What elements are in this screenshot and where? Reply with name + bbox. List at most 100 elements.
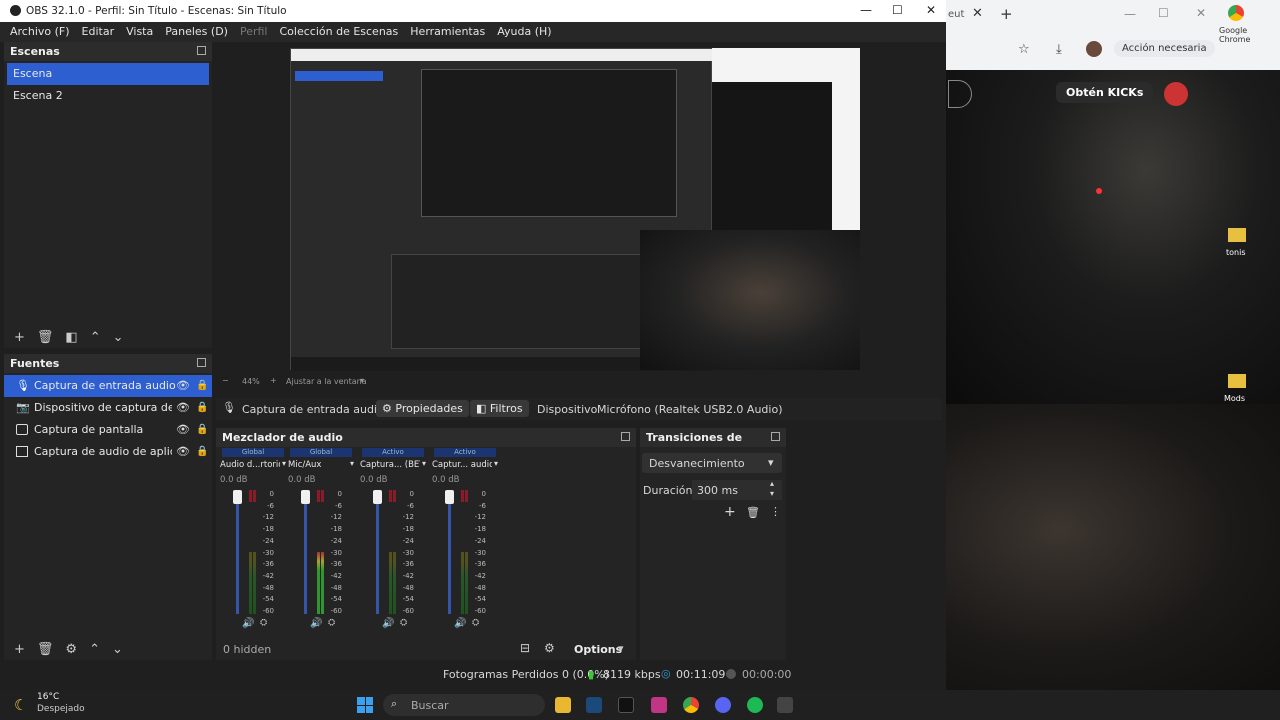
visibility-eye-icon[interactable]: 👁 xyxy=(176,441,190,463)
device-select[interactable]: Micrófono (Realtek USB2.0 Audio) xyxy=(597,403,783,416)
spotify-icon[interactable] xyxy=(747,697,763,713)
menu-coleccion[interactable]: Colección de Escenas xyxy=(274,22,405,42)
new-tab-icon[interactable]: + xyxy=(1000,5,1013,23)
trash-icon[interactable]: 🗑 xyxy=(37,330,54,345)
gear-icon[interactable]: ⚙ xyxy=(65,642,77,657)
action-needed-button[interactable]: Acción necesaria xyxy=(1114,40,1215,57)
move-up-icon[interactable]: ⌃ xyxy=(90,330,101,345)
chevron-down-icon[interactable]: ▾ xyxy=(618,642,624,655)
monitor-audio-icon[interactable]: ⛭ xyxy=(400,618,407,628)
tiktok-icon[interactable] xyxy=(618,697,634,713)
steam-icon[interactable] xyxy=(586,697,602,713)
preview-canvas[interactable] xyxy=(290,48,860,371)
monitor-audio-icon[interactable]: ⛭ xyxy=(472,618,479,628)
source-item[interactable]: Captura de audio de aplicación 👁 🔒 xyxy=(4,441,212,463)
filters-button[interactable]: ◧ Filtros xyxy=(470,400,529,417)
discord-icon[interactable] xyxy=(715,697,731,713)
speaker-icon[interactable]: 🔊 xyxy=(454,618,466,629)
source-item[interactable]: Captura de pantalla 👁 🔒 xyxy=(4,419,212,441)
trash-icon[interactable]: 🗑 xyxy=(37,642,54,657)
zoom-out-icon[interactable]: − xyxy=(222,376,229,385)
chrome-icon[interactable] xyxy=(683,697,699,713)
speaker-icon[interactable]: 🔊 xyxy=(242,618,254,629)
properties-button[interactable]: ⚙ Propiedades xyxy=(376,400,469,417)
menu-archivo[interactable]: Archivo (F) xyxy=(4,22,76,42)
dock-icon[interactable] xyxy=(771,432,780,441)
zoom-in-icon[interactable]: + xyxy=(270,376,277,385)
dock-icon[interactable] xyxy=(621,432,630,441)
profile-avatar[interactable] xyxy=(1086,41,1102,57)
move-down-icon[interactable]: ⌄ xyxy=(113,330,124,345)
move-up-icon[interactable]: ⌃ xyxy=(89,642,100,657)
monitor-audio-icon[interactable]: ⛭ xyxy=(260,618,267,628)
menu-paneles[interactable]: Paneles (D) xyxy=(159,22,234,42)
streamer-avatar[interactable] xyxy=(1164,82,1188,106)
menu-perfil[interactable]: Perfil xyxy=(234,22,274,42)
folder-icon[interactable] xyxy=(1228,228,1246,242)
add-icon[interactable]: + xyxy=(14,330,25,345)
download-icon[interactable]: ⤓ xyxy=(1056,42,1062,57)
close-tab-icon[interactable]: ✕ xyxy=(972,6,983,21)
options-button[interactable]: Options xyxy=(574,643,622,656)
visibility-eye-icon[interactable]: 👁 xyxy=(176,419,190,441)
menu-editar[interactable]: Editar xyxy=(76,22,121,42)
move-down-icon[interactable]: ⌄ xyxy=(112,642,123,657)
volume-slider-track[interactable] xyxy=(304,490,307,614)
menu-vista[interactable]: Vista xyxy=(120,22,159,42)
bookmark-star-icon[interactable]: ☆ xyxy=(1018,42,1030,57)
chrome-tab-fragment[interactable]: eut xyxy=(948,9,964,20)
instagram-icon[interactable] xyxy=(651,697,667,713)
lock-icon[interactable]: 🔒 xyxy=(196,419,208,441)
trash-icon[interactable]: 🗑 xyxy=(746,506,760,519)
volume-slider-track[interactable] xyxy=(376,490,379,614)
weather-moon-icon[interactable]: ☾ xyxy=(14,696,27,714)
close-icon[interactable]: ✕ xyxy=(926,3,936,17)
menu-herramientas[interactable]: Herramientas xyxy=(404,22,491,42)
dock-icon[interactable] xyxy=(197,358,206,367)
folder-icon[interactable] xyxy=(1228,374,1246,388)
scene-item[interactable]: Escena xyxy=(7,63,209,85)
filter-icon[interactable]: ◧ xyxy=(65,330,77,345)
volume-slider-handle[interactable] xyxy=(233,490,242,504)
speaker-icon[interactable]: 🔊 xyxy=(310,618,322,629)
add-icon[interactable]: + xyxy=(14,642,25,657)
chevron-down-icon[interactable]: ▾ xyxy=(422,459,426,468)
obs-taskbar-icon[interactable] xyxy=(777,697,793,713)
volume-slider-track[interactable] xyxy=(448,490,451,614)
lock-icon[interactable]: 🔒 xyxy=(196,397,208,419)
more-icon[interactable]: ⋮ xyxy=(770,505,781,518)
speaker-icon[interactable]: 🔊 xyxy=(382,618,394,629)
layout-icon[interactable]: ⊟ xyxy=(520,641,530,655)
duration-spinbox[interactable]: 300 ms ▴ ▾ xyxy=(692,479,782,500)
volume-slider-handle[interactable] xyxy=(373,490,382,504)
maximize-icon[interactable]: ☐ xyxy=(892,3,903,17)
search-box[interactable]: ⌕ Buscar xyxy=(383,694,545,716)
decrement-icon[interactable]: ▾ xyxy=(770,489,774,498)
volume-slider-track[interactable] xyxy=(236,490,239,614)
maximize-icon[interactable]: ☐ xyxy=(1158,6,1169,20)
lock-icon[interactable]: 🔒 xyxy=(196,441,208,463)
chevron-down-icon[interactable]: ▾ xyxy=(350,459,354,468)
minimize-icon[interactable]: — xyxy=(860,3,872,17)
add-icon[interactable]: + xyxy=(724,504,736,520)
windows-start-icon[interactable] xyxy=(357,697,373,713)
transition-select[interactable]: Desvanecimiento ▾ xyxy=(642,453,782,473)
chevron-down-icon[interactable]: ▾ xyxy=(360,376,364,385)
file-explorer-icon[interactable] xyxy=(555,697,571,713)
gear-icon[interactable]: ⚙ xyxy=(544,641,555,655)
fit-window-label[interactable]: Ajustar a la ventana xyxy=(286,377,367,386)
increment-icon[interactable]: ▴ xyxy=(770,479,774,488)
minimize-icon[interactable]: — xyxy=(1124,7,1136,21)
chevron-down-icon[interactable]: ▾ xyxy=(494,459,498,468)
monitor-audio-icon[interactable]: ⛭ xyxy=(328,618,335,628)
visibility-eye-icon[interactable]: 👁 xyxy=(176,375,190,397)
menu-ayuda[interactable]: Ayuda (H) xyxy=(491,22,557,42)
kick-button[interactable]: Obtén KICKs xyxy=(1056,82,1154,103)
scene-item[interactable]: Escena 2 xyxy=(7,85,209,107)
volume-slider-handle[interactable] xyxy=(445,490,454,504)
volume-slider-handle[interactable] xyxy=(301,490,310,504)
lock-icon[interactable]: 🔒 xyxy=(196,375,208,397)
dock-icon[interactable] xyxy=(197,46,206,55)
visibility-eye-icon[interactable]: 👁 xyxy=(176,397,190,419)
source-item[interactable]: 📷 Dispositivo de captura de vídeo 👁 🔒 xyxy=(4,397,212,419)
